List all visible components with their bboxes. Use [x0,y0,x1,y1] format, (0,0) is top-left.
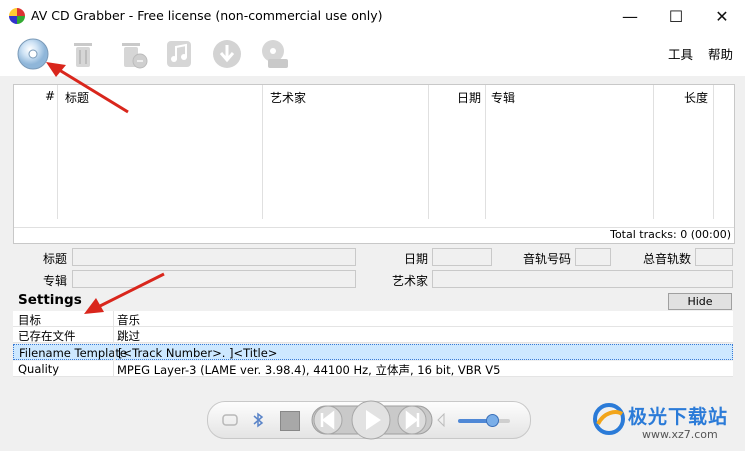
volume-icon [437,413,445,427]
maximize-button[interactable]: ☐ [653,0,699,32]
stop-button[interactable] [280,411,300,431]
track-number-field[interactable] [575,248,611,266]
eject-icon[interactable] [222,413,238,427]
watermark: 极光下载站 www.xz7.com [590,396,740,448]
album-label: 专辑 [43,274,68,288]
app-icon [9,8,25,24]
volume-slider-handle[interactable] [486,414,499,427]
track-number-label: 音轨号码 [523,252,572,266]
date-field[interactable] [432,248,492,266]
menu-tools[interactable]: 工具 [668,44,693,63]
title-label: 标题 [43,252,68,266]
play-button[interactable] [350,399,392,441]
next-track-button[interactable] [396,404,428,436]
hide-button[interactable]: Hide [668,293,732,310]
download-icon[interactable] [210,37,244,71]
total-tracks-field[interactable] [695,248,733,266]
music-note-icon[interactable] [162,37,196,71]
settings-row-existing-file[interactable]: 已存在文件 跳过 [13,327,733,343]
watermark-url: www.xz7.com [642,428,718,441]
column-artist: 艺术家 [263,85,429,219]
volume-slider[interactable] [458,419,510,423]
window-title: AV CD Grabber - Free license (non-commer… [31,8,383,23]
close-button[interactable]: ✕ [699,0,745,32]
total-tracks-label: 总音轨数 [643,252,692,266]
settings-header: Settings [18,292,82,308]
column-length: 长度 [654,85,714,219]
artist-label: 艺术家 [392,274,429,288]
player-bar [207,399,531,441]
menu-help[interactable]: 帮助 [708,44,733,63]
artist-field[interactable] [432,270,733,288]
date-label: 日期 [404,252,429,266]
previous-track-button[interactable] [312,404,344,436]
annotation-arrow-settings [84,272,165,314]
column-date: 日期 [429,85,486,219]
minimize-button[interactable]: — [607,0,653,32]
settings-row-filename-template[interactable]: Filename Template [<Track Number>. ]<Titl… [13,344,733,360]
bluetooth-icon[interactable] [252,412,264,428]
title-field[interactable] [72,248,356,266]
column-album: 专辑 [486,85,654,219]
watermark-text: 极光下载站 [628,406,729,428]
total-tracks: Total tracks: 0 (00:00) [610,228,731,241]
settings-row-quality[interactable]: Quality MPEG Layer-3 (LAME ver. 3.98.4), … [13,361,733,377]
watermark-logo-icon [593,403,625,435]
annotation-arrow-top [46,62,129,114]
title-bar: AV CD Grabber - Free license (non-commer… [0,0,745,32]
disc-save-icon[interactable] [258,37,292,71]
